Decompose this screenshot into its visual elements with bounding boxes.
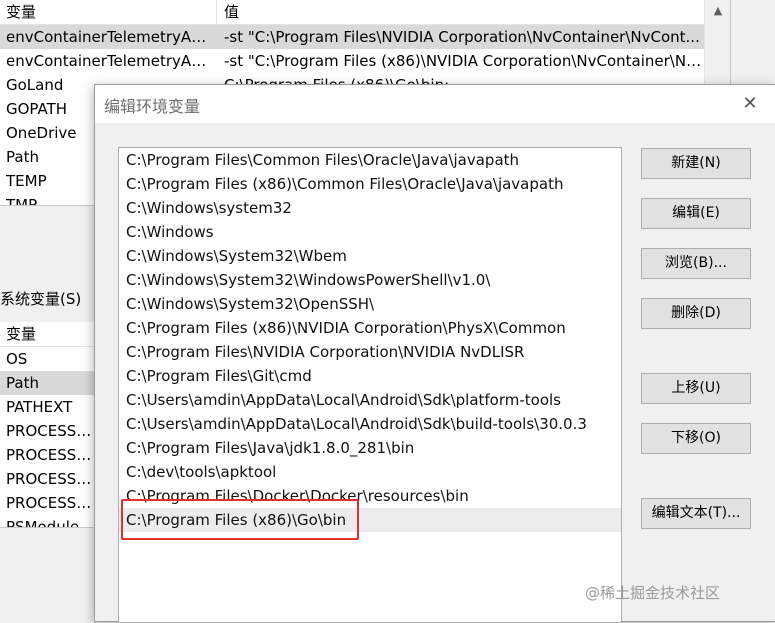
browse-button[interactable]: 浏览(B)... (641, 248, 751, 279)
variable-value: -st "C:\Program Files\NVIDIA Corporation… (224, 28, 700, 46)
system-table-header: 变量 (0, 322, 96, 347)
path-item[interactable]: C:\Program Files (x86)\Common Files\Orac… (119, 172, 621, 196)
system-variables-table[interactable]: 变量 OS Path PATHEXT PROCESSOR PROCESSOR PROCES… (0, 322, 96, 528)
delete-button[interactable]: 删除(D) (641, 298, 751, 329)
system-header-variable[interactable]: 变量 (6, 322, 36, 346)
variable-name: OS (6, 350, 28, 368)
table-row[interactable]: PATHEXT (0, 395, 96, 419)
table-row[interactable]: PROCESSOR (0, 419, 96, 443)
path-item[interactable]: C:\Program Files\Common Files\Oracle\Jav… (119, 148, 621, 172)
edit-button[interactable]: 编辑(E) (641, 198, 751, 229)
path-item[interactable]: C:\Windows\System32\Wbem (119, 244, 621, 268)
variable-name: envContainerTelemetryApi... (6, 28, 214, 46)
variable-name: Path (6, 374, 39, 392)
move-up-button[interactable]: 上移(U) (641, 373, 751, 404)
close-icon[interactable]: ✕ (735, 89, 765, 119)
variable-name: PROCESSOR (6, 470, 96, 488)
path-item[interactable]: C:\Users\amdin\AppData\Local\Android\Sdk… (119, 388, 621, 412)
edit-environment-variable-dialog: 编辑环境变量 ✕ C:\Program Files\Common Files\O… (94, 84, 775, 623)
dialog-title: 编辑环境变量 (104, 97, 201, 116)
path-item[interactable]: C:\Program Files\Docker\Docker\resources… (119, 484, 621, 508)
variable-name: PROCESSOR (6, 494, 96, 512)
variable-name: PATHEXT (6, 398, 73, 416)
variable-value: -st "C:\Program Files (x86)\NVIDIA Corpo… (224, 52, 702, 70)
table-row[interactable]: PROCESSOR (0, 491, 96, 515)
watermark: @稀土掘金技术社区 (585, 584, 721, 602)
path-list[interactable]: C:\Program Files\Common Files\Oracle\Jav… (118, 147, 622, 623)
table-row[interactable]: PSModulePa (0, 515, 96, 528)
header-separator (216, 0, 217, 24)
path-item[interactable]: C:\Program Files (x86)\NVIDIA Corporatio… (119, 316, 621, 340)
table-row[interactable]: envContainerTelemetryApi... -st "C:\Progr… (0, 49, 730, 73)
path-item[interactable]: C:\Windows\System32\OpenSSH\ (119, 292, 621, 316)
path-item[interactable]: C:\Program Files\Java\jdk1.8.0_281\bin (119, 436, 621, 460)
path-item[interactable]: C:\Program Files\Git\cmd (119, 364, 621, 388)
path-item[interactable]: C:\Windows\System32\WindowsPowerShell\v1… (119, 268, 621, 292)
variable-name: envContainerTelemetryApi... (6, 52, 214, 70)
path-item[interactable]: C:\Program Files (x86)\Go\bin (119, 508, 621, 532)
system-variables-label: 系统变量(S) (0, 290, 82, 308)
variable-name: PROCESSOR (6, 446, 96, 464)
table-row[interactable]: envContainerTelemetryApi... -st "C:\Progr… (0, 25, 730, 49)
dialog-titlebar[interactable]: 编辑环境变量 ✕ (95, 85, 775, 123)
path-item[interactable]: C:\Program Files\NVIDIA Corporation\NVID… (119, 340, 621, 364)
table-row[interactable]: OS (0, 347, 96, 371)
path-item[interactable]: C:\dev\tools\apktool (119, 460, 621, 484)
table-row[interactable]: PROCESSOR (0, 467, 96, 491)
header-value[interactable]: 值 (224, 0, 239, 24)
path-item[interactable]: C:\Windows (119, 220, 621, 244)
system-rows: OS Path PATHEXT PROCESSOR PROCESSOR PROCESSOR… (0, 347, 96, 528)
edit-text-button[interactable]: 编辑文本(T)... (641, 498, 751, 529)
table-row[interactable]: Path (0, 371, 96, 395)
variable-name: PROCESSOR (6, 422, 96, 440)
user-table-header: 变量 值 (0, 0, 730, 25)
move-down-button[interactable]: 下移(O) (641, 423, 751, 454)
scroll-up-icon[interactable]: ▲ (705, 0, 730, 24)
path-item[interactable]: C:\Windows\system32 (119, 196, 621, 220)
table-row[interactable]: PROCESSOR (0, 443, 96, 467)
header-variable[interactable]: 变量 (6, 0, 36, 24)
path-item[interactable]: C:\Users\amdin\AppData\Local\Android\Sdk… (119, 412, 621, 436)
variable-name: PSModulePa (6, 518, 96, 528)
new-button[interactable]: 新建(N) (641, 148, 751, 179)
